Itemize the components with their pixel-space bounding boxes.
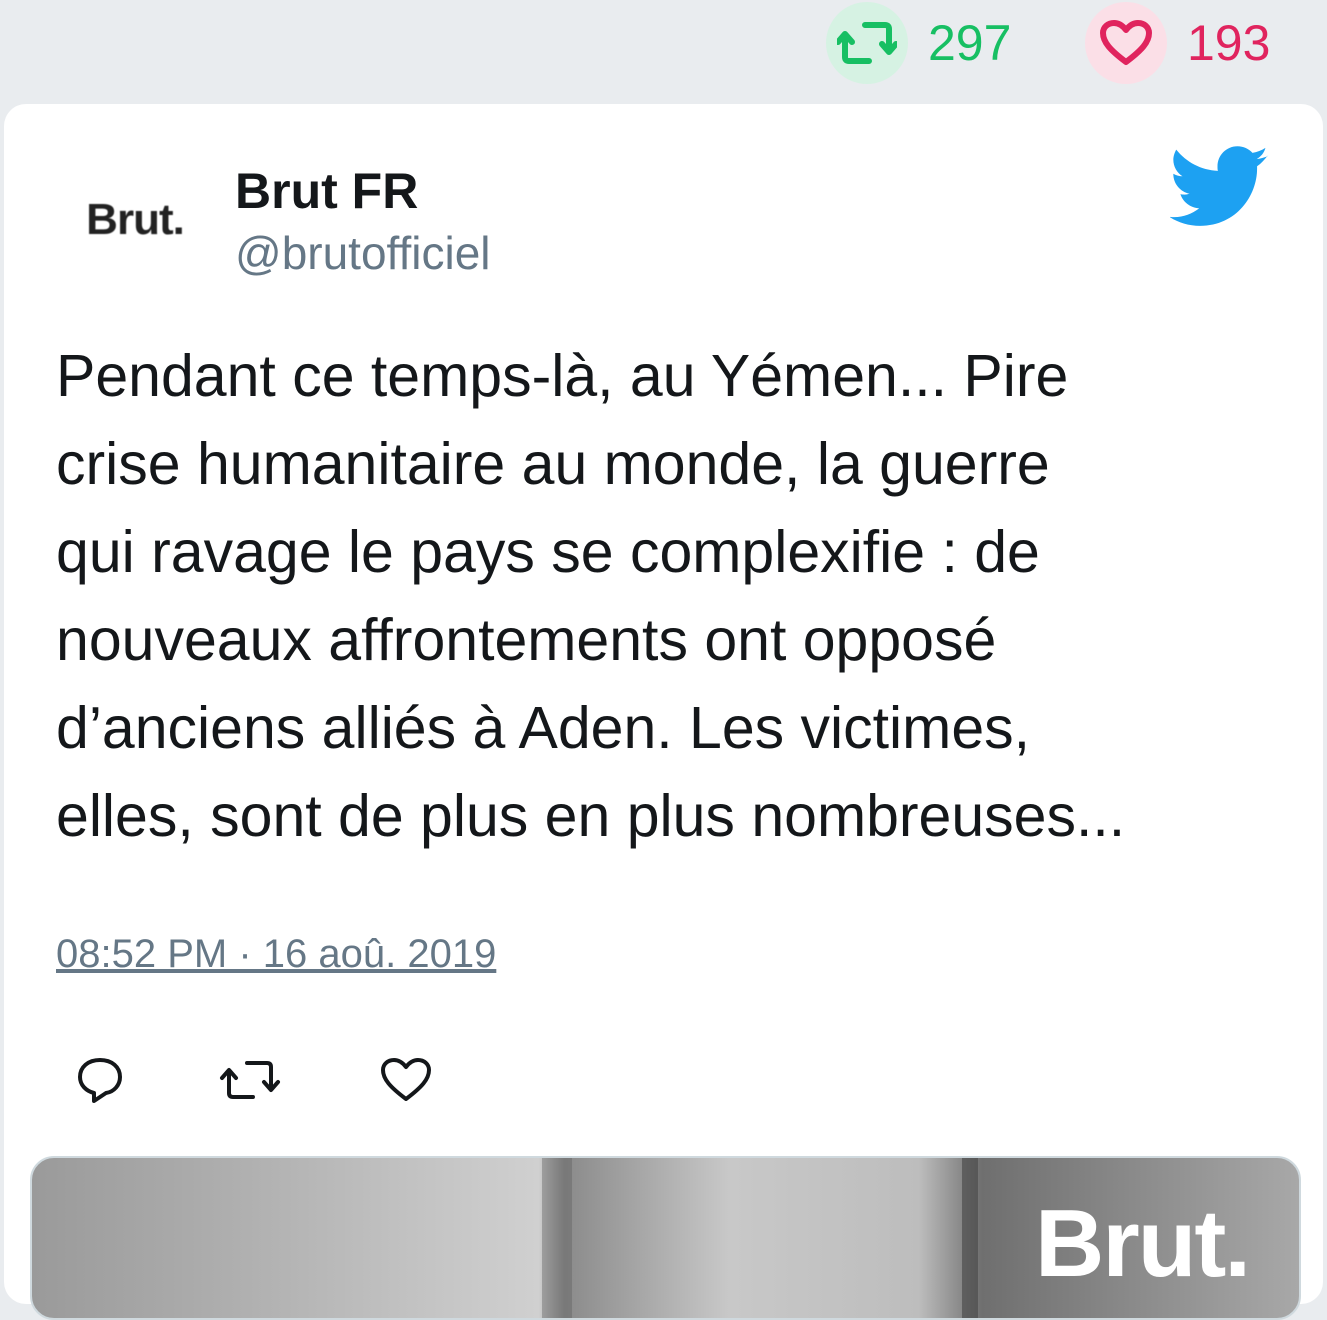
tweet-actions bbox=[0, 1048, 600, 1112]
author-name[interactable]: Brut FR bbox=[235, 166, 418, 216]
media-image-detail bbox=[962, 1158, 978, 1318]
heart-icon bbox=[1100, 20, 1152, 65]
heart-icon bbox=[381, 1058, 431, 1101]
avatar-logo-text: Brut. bbox=[86, 195, 185, 244]
retweet-icon bbox=[220, 1061, 280, 1099]
retweet-stat-icon-wrap[interactable] bbox=[826, 2, 908, 84]
media-image-detail bbox=[542, 1158, 572, 1318]
twitter-bird-icon[interactable] bbox=[1170, 145, 1270, 230]
like-stat[interactable]: 193 bbox=[1085, 0, 1270, 86]
retweet-count: 297 bbox=[928, 15, 1012, 71]
like-count: 193 bbox=[1187, 15, 1271, 71]
media-watermark: Brut. bbox=[1035, 1190, 1251, 1297]
avatar[interactable]: Brut. bbox=[60, 150, 210, 290]
tweet-timestamp[interactable]: 08:52 PM · 16 aoû. 2019 bbox=[56, 934, 496, 974]
author-handle[interactable]: @brutofficiel bbox=[235, 230, 491, 276]
tweet-text: Pendant ce temps-là, au Yémen... Pire cr… bbox=[56, 343, 1126, 849]
retweet-stat[interactable]: 297 bbox=[826, 0, 1011, 86]
retweet-icon bbox=[837, 22, 897, 64]
tweet-media-preview[interactable]: Brut. bbox=[30, 1156, 1301, 1320]
tweet-stats-bar: 297 193 bbox=[0, 0, 1327, 100]
retweet-button[interactable] bbox=[218, 1048, 282, 1112]
reply-button[interactable] bbox=[68, 1048, 132, 1112]
reply-icon bbox=[78, 1058, 122, 1103]
like-stat-icon-wrap[interactable] bbox=[1085, 2, 1167, 84]
like-button[interactable] bbox=[374, 1048, 438, 1112]
